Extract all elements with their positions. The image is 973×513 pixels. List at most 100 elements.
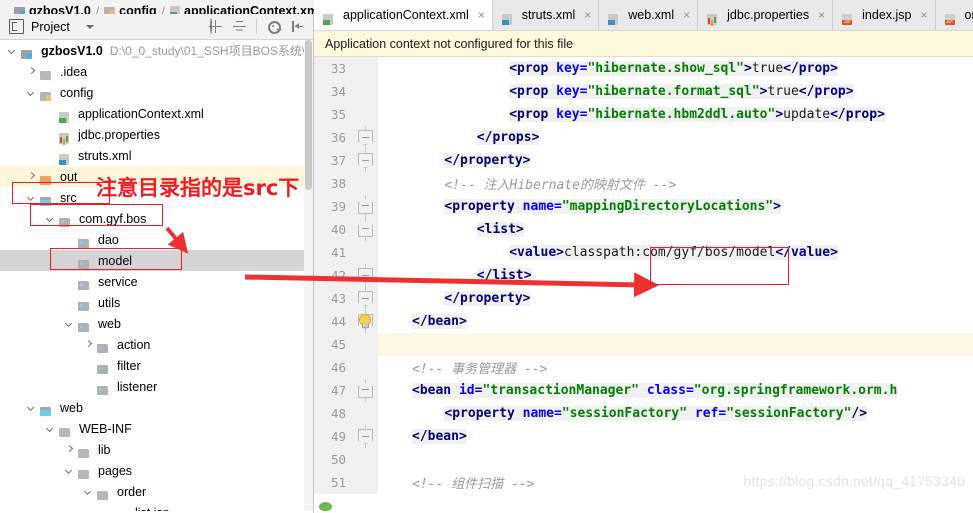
fold-gutter[interactable] xyxy=(352,356,378,379)
code-line[interactable]: 46 <!-- 事务管理器 --> xyxy=(314,356,973,379)
tree-scrollbar[interactable] xyxy=(304,40,313,511)
code-line[interactable]: 44 </bean> xyxy=(314,310,973,333)
code-line[interactable]: 42 </list> xyxy=(314,264,973,287)
project-title-group[interactable]: Project xyxy=(0,19,94,34)
editor-tab-web-xml[interactable]: web.xml × xyxy=(599,0,699,30)
fold-gutter[interactable] xyxy=(352,264,378,287)
code-line[interactable]: 51 <!-- 组件扫描 --> xyxy=(314,471,973,494)
fold-toggle-icon[interactable] xyxy=(358,222,373,237)
fold-gutter[interactable] xyxy=(352,471,378,494)
tree-row--idea[interactable]: .idea xyxy=(0,61,313,82)
close-icon[interactable]: × xyxy=(683,8,690,22)
fold-gutter[interactable] xyxy=(352,149,378,172)
code-line[interactable]: 49 </bean> xyxy=(314,425,973,448)
tree-row-web[interactable]: web xyxy=(0,313,313,334)
chevron-right-icon[interactable] xyxy=(26,66,37,77)
fold-toggle-icon[interactable] xyxy=(358,130,373,145)
editor-tab-index-jsp[interactable]: index.jsp × xyxy=(833,0,936,30)
fold-toggle-icon[interactable] xyxy=(358,268,373,283)
chevron-down-icon[interactable] xyxy=(83,486,94,497)
chevron-down-icon[interactable] xyxy=(26,192,37,203)
fold-gutter[interactable] xyxy=(352,379,378,402)
fold-gutter[interactable] xyxy=(352,287,378,310)
tree-row-out[interactable]: out xyxy=(0,166,313,187)
tree-row-lib[interactable]: lib xyxy=(0,439,313,460)
code-line[interactable]: 43 </property> xyxy=(314,287,973,310)
tree-scrollbar-thumb[interactable] xyxy=(305,40,312,190)
code-line[interactable]: 34 <prop key="hibernate.format_sql">true<… xyxy=(314,80,973,103)
code-line[interactable]: 47 <bean id="transactionManager" class="o… xyxy=(314,379,973,402)
code-line[interactable]: 48 <property name="sessionFactory" ref="s… xyxy=(314,402,973,425)
code-line[interactable]: 35 <prop key="hibernate.hbm2ddl.auto">upd… xyxy=(314,103,973,126)
fold-toggle-icon[interactable] xyxy=(358,291,373,306)
tree-row-web[interactable]: web xyxy=(0,397,313,418)
tree-row-gzbosv1-0[interactable]: gzbosV1.0 D:\0_0_study\01_SSH项目BOS系统\ xyxy=(0,40,313,61)
intention-bulb-icon[interactable] xyxy=(358,314,371,328)
tree-row-list-jsp[interactable]: list.jsp xyxy=(0,502,313,512)
fold-toggle-icon[interactable] xyxy=(358,199,373,214)
code-line[interactable]: 37 </property> xyxy=(314,149,973,172)
tree-row-struts-xml[interactable]: struts.xml xyxy=(0,145,313,166)
scroll-from-source-button[interactable] xyxy=(208,18,223,34)
tree-row-action[interactable]: action xyxy=(0,334,313,355)
chevron-down-icon[interactable] xyxy=(26,87,37,98)
breadcrumb-item-module[interactable]: gzbosV1.0 xyxy=(14,0,91,14)
tree-row-config[interactable]: config xyxy=(0,82,313,103)
collapse-all-button[interactable] xyxy=(232,19,247,34)
close-icon[interactable]: × xyxy=(818,8,825,22)
fold-gutter[interactable] xyxy=(352,402,378,425)
fold-gutter[interactable] xyxy=(352,80,378,103)
editor-tab-applicationcontext-xml[interactable]: applicationContext.xml × xyxy=(314,0,493,30)
settings-button[interactable] xyxy=(266,19,282,34)
breadcrumb-item-file[interactable]: applicationContext.xml xyxy=(170,0,322,14)
project-file-tree[interactable]: gzbosV1.0 D:\0_0_study\01_SSH项目BOS系统\ .ide… xyxy=(0,40,313,511)
fold-toggle-icon[interactable] xyxy=(358,429,373,444)
code-line[interactable]: 36 </props> xyxy=(314,126,973,149)
code-line[interactable]: 38 <!-- 注入Hibernate的映射文件 --> xyxy=(314,172,973,195)
code-line[interactable]: 50 xyxy=(314,448,973,471)
fold-gutter[interactable] xyxy=(352,241,378,264)
editor-tab-struts-xml[interactable]: struts.xml × xyxy=(492,0,600,30)
tree-row-order[interactable]: order xyxy=(0,481,313,502)
chevron-right-icon[interactable] xyxy=(83,339,94,350)
fold-gutter[interactable] xyxy=(352,126,378,149)
tree-row-filter[interactable]: filter xyxy=(0,355,313,376)
editor-tab-or[interactable]: or xyxy=(935,0,973,30)
fold-gutter[interactable] xyxy=(352,57,378,80)
code-line[interactable]: 39 <property name="mappingDirectoryLocati… xyxy=(314,195,973,218)
tree-row-src[interactable]: src xyxy=(0,187,313,208)
code-editor[interactable]: https://blog.csdn.net/qq_41753340 33 <pro… xyxy=(314,57,973,513)
chevron-down-icon[interactable] xyxy=(7,45,18,56)
close-icon[interactable]: × xyxy=(478,8,485,22)
fold-gutter[interactable] xyxy=(352,103,378,126)
editor-tab-jdbc-properties[interactable]: jdbc.properties × xyxy=(698,0,834,30)
tree-row-utils[interactable]: utils xyxy=(0,292,313,313)
fold-gutter[interactable] xyxy=(352,425,378,448)
code-line[interactable]: 40 <list> xyxy=(314,218,973,241)
code-line[interactable]: 41 <value>classpath:com/gyf/bos/model</va… xyxy=(314,241,973,264)
hide-panel-button[interactable] xyxy=(290,19,305,34)
code-line[interactable]: 33 <prop key="hibernate.show_sql">true</p… xyxy=(314,57,973,80)
fold-toggle-icon[interactable] xyxy=(358,383,373,398)
close-icon[interactable]: × xyxy=(921,8,928,22)
chevron-right-icon[interactable] xyxy=(26,171,37,182)
chevron-right-icon[interactable] xyxy=(64,444,75,455)
tree-row-dao[interactable]: dao xyxy=(0,229,313,250)
chevron-down-icon[interactable] xyxy=(45,423,56,434)
tree-row-listener[interactable]: listener xyxy=(0,376,313,397)
fold-gutter[interactable] xyxy=(352,333,378,356)
chevron-down-icon[interactable] xyxy=(26,402,37,413)
chevron-down-icon[interactable] xyxy=(45,213,56,224)
tree-row-com-gyf-bos[interactable]: com.gyf.bos xyxy=(0,208,313,229)
fold-toggle-icon[interactable] xyxy=(358,153,373,168)
fold-gutter[interactable] xyxy=(352,448,378,471)
close-icon[interactable]: × xyxy=(584,8,591,22)
chevron-down-icon[interactable] xyxy=(64,318,75,329)
fold-gutter[interactable] xyxy=(352,195,378,218)
tree-row-pages[interactable]: pages xyxy=(0,460,313,481)
tree-row-web-inf[interactable]: WEB-INF xyxy=(0,418,313,439)
tree-row-applicationcontext-xml[interactable]: applicationContext.xml xyxy=(0,103,313,124)
chevron-down-icon[interactable] xyxy=(85,24,94,29)
fold-gutter[interactable] xyxy=(352,172,378,195)
tree-row-model[interactable]: model xyxy=(0,250,313,271)
